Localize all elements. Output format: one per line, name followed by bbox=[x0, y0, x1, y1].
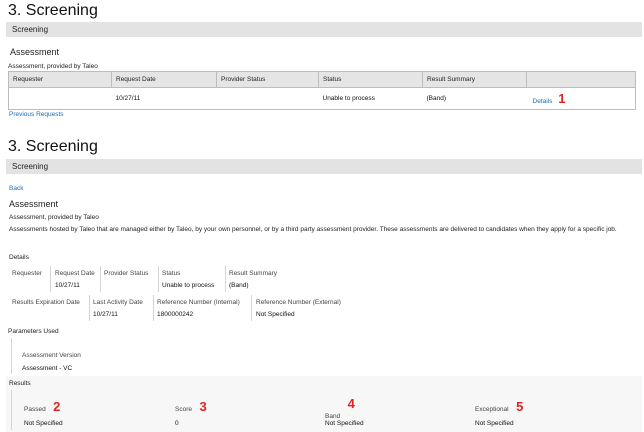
cell-requester bbox=[8, 87, 112, 110]
last-activity-value: 10/27/11 bbox=[93, 311, 118, 318]
status-label: Status bbox=[162, 270, 181, 277]
provider-label-top: Assessment, provided by Taleo bbox=[8, 63, 98, 70]
divider bbox=[89, 295, 90, 321]
col-status: Status bbox=[318, 71, 423, 88]
result-band: Band 4 bbox=[325, 395, 355, 420]
divider bbox=[225, 266, 226, 292]
callout-2: 2 bbox=[53, 399, 61, 414]
cell-provider-status bbox=[216, 87, 319, 110]
assessment-description: Assessments hosted by Taleo that are man… bbox=[9, 226, 617, 233]
divider bbox=[158, 266, 159, 292]
divider bbox=[50, 266, 51, 292]
cell-result-summary: (Band) bbox=[422, 87, 527, 110]
col-request-date: Request Date bbox=[111, 71, 217, 88]
request-date-label: Request Date bbox=[55, 270, 95, 277]
screening-band-bottom: Screening bbox=[6, 159, 642, 174]
score-label: Score bbox=[175, 406, 192, 413]
callout-3: 3 bbox=[199, 399, 207, 414]
result-summary-value: (Band) bbox=[229, 282, 249, 289]
back-link[interactable]: Back bbox=[9, 185, 23, 192]
details-heading: Details bbox=[9, 254, 29, 261]
passed-label: Passed bbox=[24, 406, 46, 413]
callout-5: 5 bbox=[516, 399, 524, 414]
table-header-row: Requester Request Date Provider Status S… bbox=[8, 71, 636, 88]
results-heading: Results bbox=[9, 380, 31, 387]
ref-external-value: Not Specified bbox=[256, 311, 295, 318]
divider bbox=[11, 338, 12, 374]
ref-internal-label: Reference Number (Internal) bbox=[157, 299, 240, 306]
table-row: 10/27/11 Unable to process (Band) Detail… bbox=[8, 87, 636, 110]
col-result-summary: Result Summary bbox=[422, 71, 527, 88]
cell-status: Unable to process bbox=[318, 87, 423, 110]
col-provider-status: Provider Status bbox=[216, 71, 319, 88]
assessment-version-label: Assessment Version bbox=[22, 352, 81, 359]
band-value: Not Specified bbox=[325, 420, 364, 427]
previous-requests-link[interactable]: Previous Requests bbox=[9, 111, 64, 118]
details-link[interactable]: Details bbox=[533, 98, 553, 105]
assessment-version-value: Assessment - VC bbox=[22, 365, 73, 372]
callout-1: 1 bbox=[558, 91, 566, 106]
result-score: Score 3 bbox=[175, 398, 207, 416]
status-value: Unable to process bbox=[162, 282, 215, 289]
cell-request-date: 10/27/11 bbox=[111, 87, 217, 110]
exceptional-label: Exceptional bbox=[475, 406, 509, 413]
provider-label-bottom: Assessment, provided by Taleo bbox=[9, 214, 99, 221]
result-passed: Passed 2 bbox=[24, 398, 60, 416]
col-requester: Requester bbox=[8, 71, 112, 88]
page-title-top: 3. Screening bbox=[8, 2, 98, 19]
divider bbox=[100, 266, 101, 292]
request-date-value: 10/27/11 bbox=[55, 282, 80, 289]
cell-actions: Details 1 bbox=[526, 87, 636, 110]
ref-external-label: Reference Number (External) bbox=[256, 299, 341, 306]
assessment-heading-top: Assessment bbox=[10, 47, 60, 57]
divider bbox=[251, 295, 252, 321]
requester-label: Requester bbox=[12, 270, 42, 277]
band-label: Band bbox=[325, 413, 341, 420]
page-title-bottom: 3. Screening bbox=[8, 138, 98, 155]
passed-value: Not Specified bbox=[24, 420, 63, 427]
divider bbox=[153, 295, 154, 321]
results-expiration-label: Results Expiration Date bbox=[12, 299, 80, 306]
callout-4: 4 bbox=[347, 396, 355, 411]
requests-table: Requester Request Date Provider Status S… bbox=[8, 71, 636, 110]
result-exceptional: Exceptional 5 bbox=[475, 398, 523, 416]
provider-status-label: Provider Status bbox=[104, 270, 149, 277]
divider bbox=[11, 390, 12, 430]
last-activity-label: Last Activity Date bbox=[93, 299, 143, 306]
ref-internal-value: 1800000242 bbox=[157, 311, 194, 318]
parameters-heading: Parameters Used bbox=[8, 328, 59, 335]
results-panel bbox=[6, 376, 642, 432]
exceptional-value: Not Specified bbox=[475, 420, 514, 427]
score-value: 0 bbox=[175, 420, 179, 427]
result-summary-label: Result Summary bbox=[229, 270, 278, 277]
col-actions bbox=[526, 71, 636, 88]
assessment-heading-bottom: Assessment bbox=[9, 199, 59, 209]
screening-band-top: Screening bbox=[6, 22, 642, 37]
